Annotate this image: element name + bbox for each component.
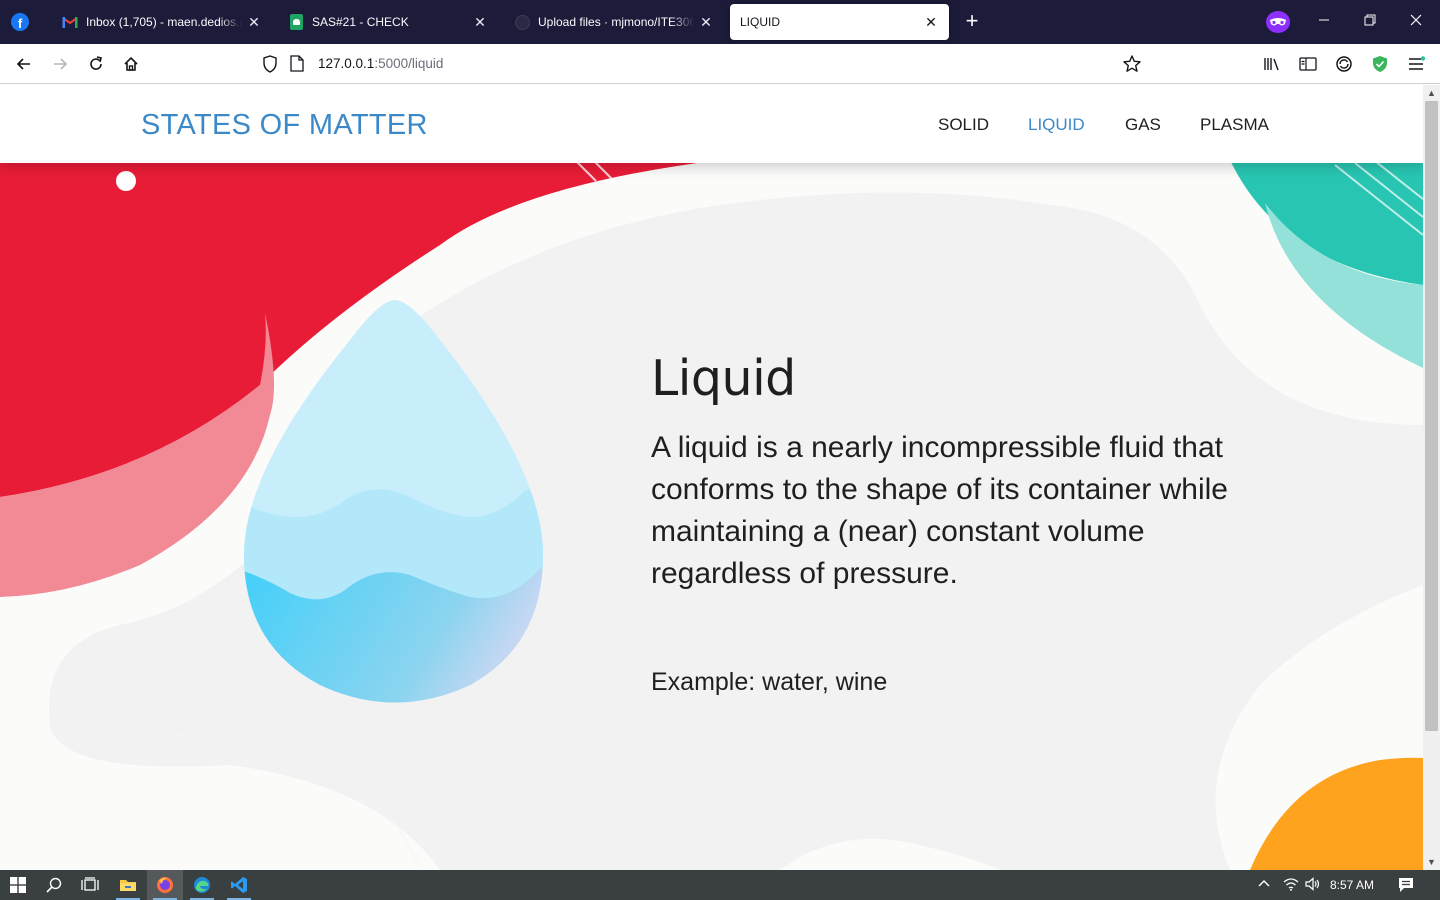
wifi-icon xyxy=(1283,878,1299,891)
library-icon xyxy=(1264,58,1279,71)
notifications-icon xyxy=(1399,878,1413,892)
tab-label: SAS#21 - CHECK xyxy=(312,15,409,29)
facebook-icon: f xyxy=(11,13,29,31)
vscode-taskbar-button[interactable] xyxy=(221,870,257,900)
folder-icon xyxy=(120,880,136,891)
windows-taskbar: 8:57 AM xyxy=(0,870,1440,900)
firefox-icon xyxy=(157,877,173,893)
new-tab-button[interactable]: + xyxy=(958,8,986,36)
nav-link-liquid[interactable]: LIQUID xyxy=(1028,115,1085,135)
sync-account-icon xyxy=(1336,56,1352,72)
restore-button[interactable] xyxy=(1347,0,1393,44)
edge-icon xyxy=(194,877,210,893)
gmail-icon xyxy=(62,14,78,30)
url-path: :5000/liquid xyxy=(374,56,444,71)
taskbar-clock[interactable]: 8:57 AM xyxy=(1330,878,1374,892)
bookmark-star-icon[interactable] xyxy=(1118,50,1146,78)
show-hidden-icons-button[interactable] xyxy=(1257,877,1271,894)
orange-blob-shape xyxy=(1250,757,1423,870)
scrollbar-thumb[interactable] xyxy=(1425,101,1438,731)
tab-label: Upload files · mjmono/ITE306-S xyxy=(538,15,694,29)
minimize-button[interactable] xyxy=(1301,0,1347,44)
scroll-down-arrow-icon[interactable]: ▼ xyxy=(1423,854,1440,870)
account-sync-button[interactable] xyxy=(1330,50,1358,78)
close-tab-icon[interactable]: ✕ xyxy=(923,14,939,31)
forward-button[interactable] xyxy=(46,50,74,78)
close-tab-icon[interactable]: ✕ xyxy=(246,14,262,31)
site-brand-link[interactable]: STATES OF MATTER xyxy=(141,109,428,142)
tab-github[interactable]: Upload files · mjmono/ITE306-S ✕ xyxy=(504,4,724,40)
home-icon xyxy=(124,56,138,71)
close-window-button[interactable] xyxy=(1393,0,1439,44)
tab-classroom[interactable]: SAS#21 - CHECK ✕ xyxy=(278,4,498,40)
file-explorer-taskbar-button[interactable] xyxy=(110,870,146,900)
nav-link-gas[interactable]: GAS xyxy=(1125,115,1161,135)
search-icon xyxy=(46,877,62,893)
tracking-protection-shield-icon[interactable] xyxy=(262,55,278,73)
forward-arrow-icon xyxy=(54,58,68,70)
github-icon xyxy=(514,14,530,30)
home-button[interactable] xyxy=(117,50,145,78)
task-view-button[interactable] xyxy=(72,870,108,900)
pinned-tab-facebook[interactable]: f xyxy=(0,0,40,44)
network-button[interactable] xyxy=(1283,877,1299,894)
search-button[interactable] xyxy=(36,870,72,900)
back-button[interactable] xyxy=(10,50,38,78)
scroll-up-arrow-icon[interactable]: ▲ xyxy=(1423,85,1440,101)
reload-icon xyxy=(90,56,102,70)
liquid-info-section: Liquid A liquid is a nearly incompressib… xyxy=(651,350,1291,697)
page-info-icon[interactable] xyxy=(290,55,304,72)
browser-tab-strip: f Inbox (1,705) - maen.dedios.au@phinmae… xyxy=(0,0,1440,44)
library-button[interactable] xyxy=(1258,50,1286,78)
close-tab-icon[interactable]: ✕ xyxy=(472,14,488,31)
nav-link-solid[interactable]: SOLID xyxy=(938,115,989,135)
close-tab-icon[interactable]: ✕ xyxy=(698,14,714,31)
windows-logo-icon xyxy=(10,877,26,893)
google-classroom-icon xyxy=(288,14,304,30)
page-title: Liquid xyxy=(651,350,796,407)
private-browsing-icon xyxy=(1266,11,1290,33)
liquid-examples: Example: water, wine xyxy=(651,668,888,696)
browser-toolbar: 127.0.0.1:5000/liquid xyxy=(0,44,1440,84)
nav-link-plasma[interactable]: PLASMA xyxy=(1200,115,1269,135)
tab-label: LIQUID xyxy=(740,15,781,29)
liquid-description: A liquid is a nearly incompressible flui… xyxy=(651,431,1228,590)
page-viewport: STATES OF MATTER SOLID LIQUID GAS PLASMA… xyxy=(0,85,1423,870)
sidebar-button[interactable] xyxy=(1294,50,1322,78)
vscode-icon xyxy=(231,877,247,893)
app-menu-button[interactable] xyxy=(1402,50,1430,78)
volume-button[interactable] xyxy=(1305,877,1321,894)
speaker-icon xyxy=(1305,877,1320,891)
url-host: 127.0.0.1 xyxy=(318,56,375,71)
tab-gmail[interactable]: Inbox (1,705) - maen.dedios.au@phinmaed.… xyxy=(52,4,272,40)
decorative-dot xyxy=(116,171,136,191)
edge-taskbar-button[interactable] xyxy=(184,870,220,900)
back-arrow-icon xyxy=(16,58,30,70)
shield-extension-icon xyxy=(1373,56,1387,72)
chevron-up-icon xyxy=(1258,880,1270,887)
reload-button[interactable] xyxy=(82,50,110,78)
site-header: STATES OF MATTER SOLID LIQUID GAS PLASMA xyxy=(0,85,1423,163)
tab-label: Inbox (1,705) - maen.dedios.au@phinmaed.… xyxy=(86,15,242,29)
extension-button[interactable] xyxy=(1366,50,1394,78)
firefox-taskbar-button[interactable] xyxy=(147,870,183,900)
task-view-icon xyxy=(81,877,99,891)
hamburger-menu-icon xyxy=(1409,56,1425,70)
tab-liquid[interactable]: LIQUID ✕ xyxy=(730,4,949,40)
sidebar-icon xyxy=(1299,57,1317,71)
url-bar[interactable]: 127.0.0.1:5000/liquid xyxy=(318,56,443,71)
page-scrollbar[interactable]: ▲ ▼ xyxy=(1423,85,1440,870)
start-button[interactable] xyxy=(0,870,36,900)
action-center-button[interactable] xyxy=(1398,877,1414,896)
